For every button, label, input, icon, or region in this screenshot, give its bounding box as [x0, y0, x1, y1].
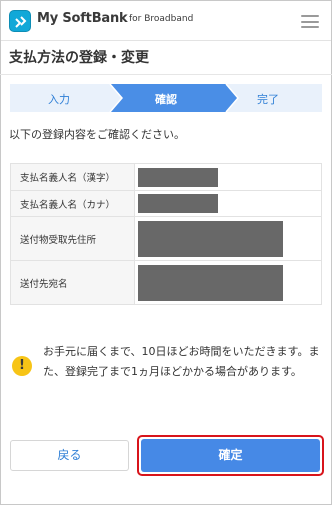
redacted-value [138, 194, 218, 213]
row-value [134, 163, 322, 191]
row-value [134, 260, 322, 305]
step-confirm: 確認 [155, 93, 177, 106]
notice-text: お手元に届くまで、10日ほどお時間をいただきます。また、登録完了まで1ヵ月ほどか… [43, 345, 320, 378]
row-label: 送付物受取先住所 [10, 216, 135, 261]
table-row: 送付物受取先住所 [10, 216, 322, 261]
confirmation-table: 支払名義人名（漢字） 支払名義人名（カナ） 送付物受取先住所 送付先宛名 [10, 163, 322, 305]
softbank-logo-icon [9, 10, 31, 32]
table-row: 支払名義人名（漢字） [10, 163, 322, 191]
redacted-value [138, 264, 283, 301]
row-label: 支払名義人名（漢字） [10, 163, 135, 191]
table-row: 送付先宛名 [10, 260, 322, 305]
redacted-value [138, 167, 218, 187]
table-row: 支払名義人名（カナ） [10, 190, 322, 217]
row-value [134, 190, 322, 217]
brand-name: My SoftBank [37, 11, 128, 26]
step-complete: 完了 [257, 93, 279, 106]
row-label: 送付先宛名 [10, 260, 135, 305]
progress-steps: 入力 確認 完了 [10, 84, 322, 112]
redacted-value [138, 220, 283, 257]
exclamation-icon: ! [12, 356, 32, 376]
hamburger-menu-icon[interactable] [301, 15, 319, 28]
app-header: My SoftBank for Broadband [1, 1, 331, 41]
row-label: 支払名義人名（カナ） [10, 190, 135, 217]
row-value [134, 216, 322, 261]
title-divider [0, 74, 332, 75]
step-input: 入力 [48, 93, 70, 106]
intro-text: 以下の登録内容をご確認ください。 [9, 128, 185, 141]
brand-subtitle: for Broadband [129, 14, 194, 24]
confirm-button[interactable]: 確定 [141, 439, 320, 472]
back-button[interactable]: 戻る [10, 440, 129, 471]
page-title: 支払方法の登録・変更 [9, 50, 149, 66]
